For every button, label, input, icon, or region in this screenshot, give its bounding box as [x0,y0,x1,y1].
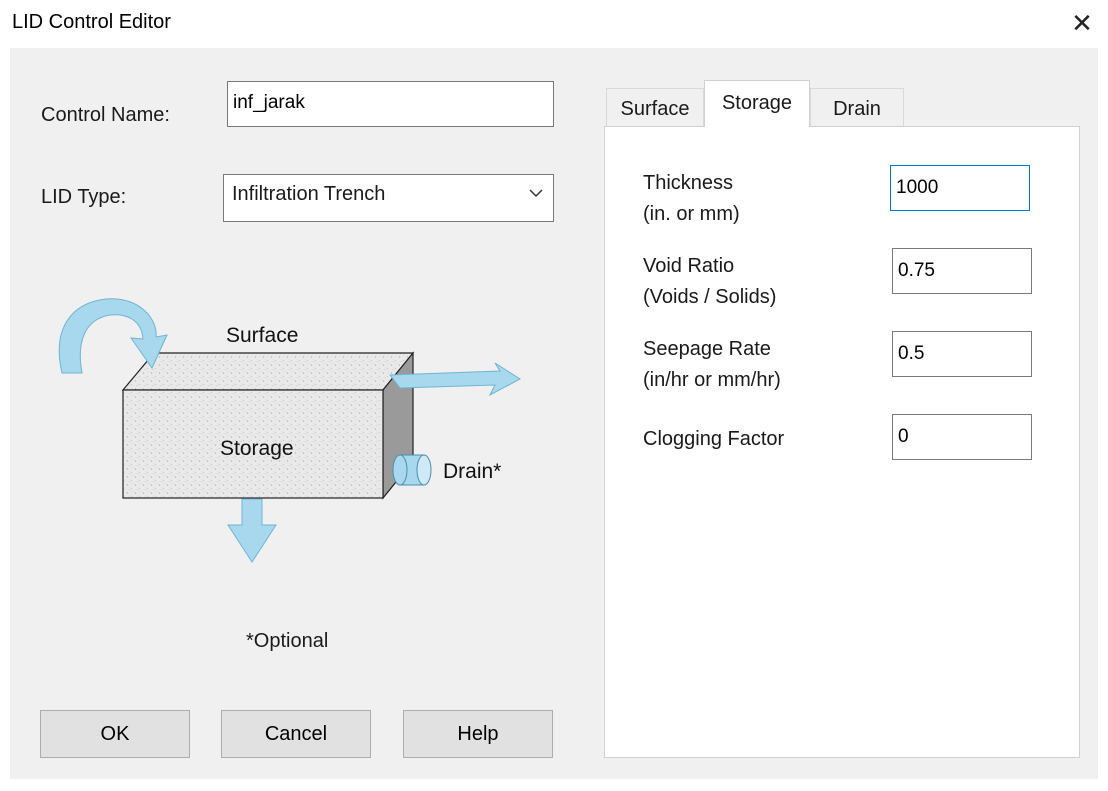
lid-diagram: Surface Storage Drain* [58,298,521,563]
optional-note: *Optional [246,630,329,652]
clogging-factor-label: Clogging Factor [643,428,785,450]
box-top-face [121,352,415,391]
tab-surface[interactable]: Surface [606,88,704,126]
window-title: LID Control Editor [12,11,171,33]
storage-label: Storage [220,437,294,460]
tab-drain[interactable]: Drain [810,88,904,126]
close-icon[interactable]: ✕ [1064,6,1100,40]
inflow-arrow-icon [58,298,168,374]
lid-type-value: Infiltration Trench [232,183,386,205]
lid-type-select[interactable]: Infiltration Trench [223,174,554,222]
help-button[interactable]: Help [403,710,553,758]
control-name-input[interactable] [227,81,554,127]
seepage-rate-unit: (in/hr or mm/hr) [643,369,781,391]
tab-storage[interactable]: Storage [704,80,810,127]
thickness-unit: (in. or mm) [643,203,740,225]
title-bar: LID Control Editor ✕ [0,0,1108,48]
void-ratio-label: Void Ratio [643,255,735,277]
control-name-label: Control Name: [41,104,170,126]
seepage-rate-input[interactable] [892,331,1032,377]
void-ratio-input[interactable] [892,248,1032,294]
clogging-factor-input[interactable] [892,414,1032,460]
void-ratio-unit: (Voids / Solids) [643,286,777,308]
seepage-rate-label: Seepage Rate [643,338,771,360]
ok-button[interactable]: OK [40,710,190,758]
surface-label: Surface [226,324,298,347]
drain-label: Drain* [443,460,501,483]
cancel-button[interactable]: Cancel [221,710,371,758]
exfiltration-arrow-icon [227,498,277,563]
thickness-label: Thickness [643,172,734,194]
lid-type-label: LID Type: [41,186,127,208]
thickness-input[interactable] [890,165,1030,211]
chevron-down-icon [529,189,543,198]
